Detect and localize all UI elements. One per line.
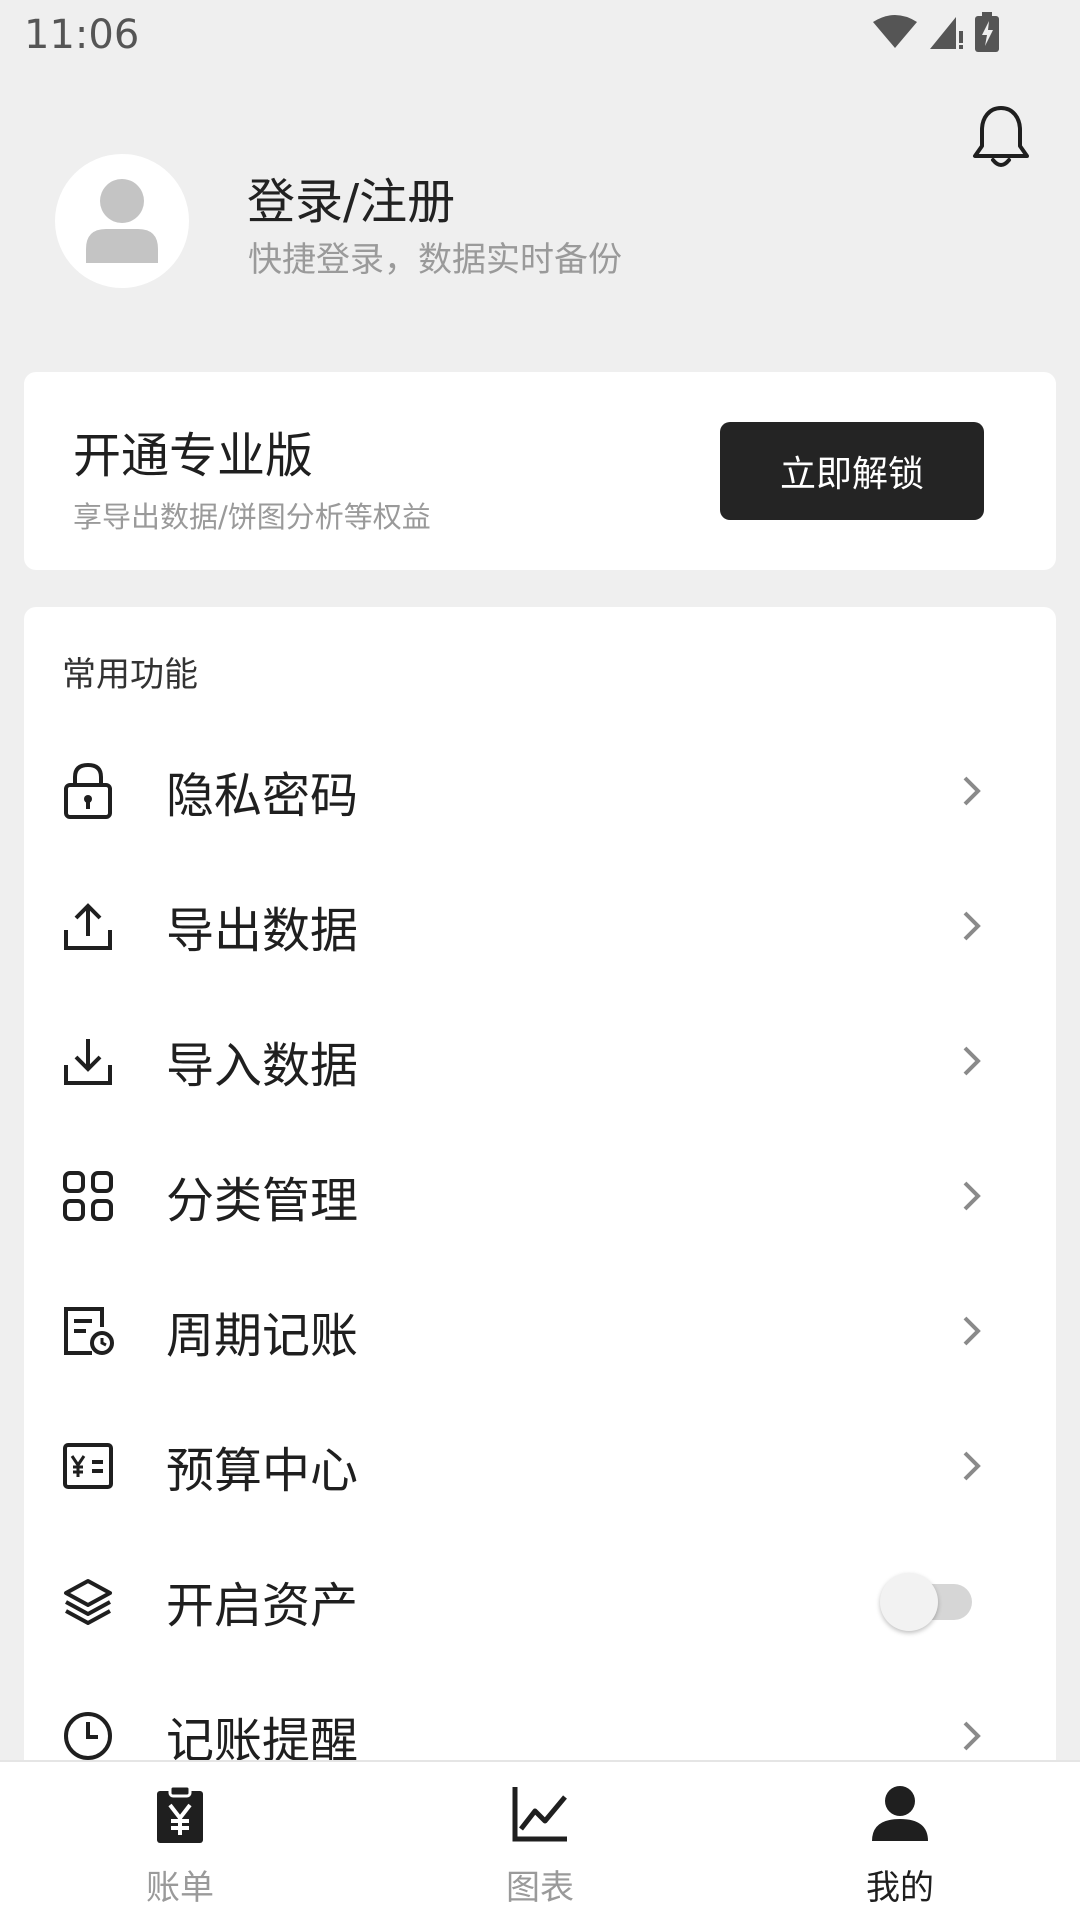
wifi-icon <box>873 15 917 48</box>
status-time: 11:06 <box>24 12 140 58</box>
section-title: 常用功能 <box>62 655 198 695</box>
lock-icon <box>62 762 114 819</box>
unlock-button[interactable]: 立即解锁 <box>720 422 984 520</box>
download-icon <box>62 1035 114 1087</box>
menu-item-export-data[interactable]: 导出数据 <box>24 858 1056 993</box>
chevron-right-icon <box>963 1046 981 1075</box>
menu-item-import-data[interactable]: 导入数据 <box>24 993 1056 1128</box>
menu-item-label: 预算中心 <box>166 1442 359 1499</box>
status-icons <box>872 12 1000 52</box>
chevron-right-icon <box>963 1316 981 1345</box>
assets-toggle[interactable] <box>878 1571 978 1631</box>
profile-header[interactable]: 登录/注册 快捷登录，数据实时备份 <box>55 152 1015 292</box>
layers-icon <box>62 1575 114 1627</box>
pro-upgrade-card: 开通专业版 享导出数据/饼图分析等权益 立即解锁 <box>24 372 1056 570</box>
menu-item-privacy-password[interactable]: 隐私密码 <box>24 723 1056 858</box>
status-bar: 11:06 <box>0 0 1080 72</box>
recurring-bill-icon <box>62 1305 114 1357</box>
nav-tab-mine[interactable]: 我的 <box>720 1762 1080 1920</box>
battery-icon <box>975 12 999 52</box>
menu-item-category-management[interactable]: 分类管理 <box>24 1128 1056 1263</box>
menu-item-label: 导出数据 <box>166 902 359 959</box>
bottom-navigation: 账单 图表 我的 <box>0 1760 1080 1920</box>
menu-item-recurring-bookkeeping[interactable]: 周期记账 <box>24 1263 1056 1398</box>
grid-icon <box>62 1170 114 1222</box>
nav-label: 图表 <box>506 1868 574 1908</box>
nav-label: 我的 <box>866 1868 934 1908</box>
chart-icon <box>508 1782 572 1846</box>
menu-item-enable-assets: 开启资产 <box>24 1533 1056 1668</box>
person-icon <box>868 1782 932 1846</box>
nav-tab-charts[interactable]: 图表 <box>360 1762 720 1920</box>
menu-item-budget-center[interactable]: 预算中心 <box>24 1398 1056 1533</box>
menu-item-label: 周期记账 <box>166 1307 359 1364</box>
toggle-knob <box>880 1572 938 1631</box>
pro-title: 开通专业版 <box>73 428 314 484</box>
avatar[interactable] <box>55 154 189 288</box>
menu-item-label: 分类管理 <box>166 1172 359 1229</box>
login-register-title[interactable]: 登录/注册 <box>247 162 455 232</box>
default-avatar-icon <box>86 179 158 263</box>
menu-item-label: 导入数据 <box>166 1037 359 1094</box>
chevron-right-icon <box>963 911 981 940</box>
nav-tab-bills[interactable]: 账单 <box>0 1762 360 1920</box>
budget-icon <box>62 1440 114 1492</box>
upload-icon <box>62 900 114 952</box>
clock-icon <box>62 1710 114 1762</box>
chevron-right-icon <box>963 1181 981 1210</box>
chevron-right-icon <box>963 1721 981 1750</box>
nav-label: 账单 <box>146 1868 214 1908</box>
bill-icon <box>148 1782 212 1846</box>
common-functions-card: 常用功能 隐私密码 导出数据 导入数据 分类管理 周期记账 预算中心 开启资产 … <box>24 607 1056 1920</box>
cell-signal-icon <box>930 17 963 49</box>
pro-subtitle: 享导出数据/饼图分析等权益 <box>73 500 431 534</box>
menu-item-label: 开启资产 <box>166 1577 359 1634</box>
chevron-right-icon <box>963 1451 981 1480</box>
menu-item-label: 隐私密码 <box>166 767 359 824</box>
chevron-right-icon <box>963 776 981 805</box>
login-subtitle: 快捷登录，数据实时备份 <box>248 240 622 280</box>
